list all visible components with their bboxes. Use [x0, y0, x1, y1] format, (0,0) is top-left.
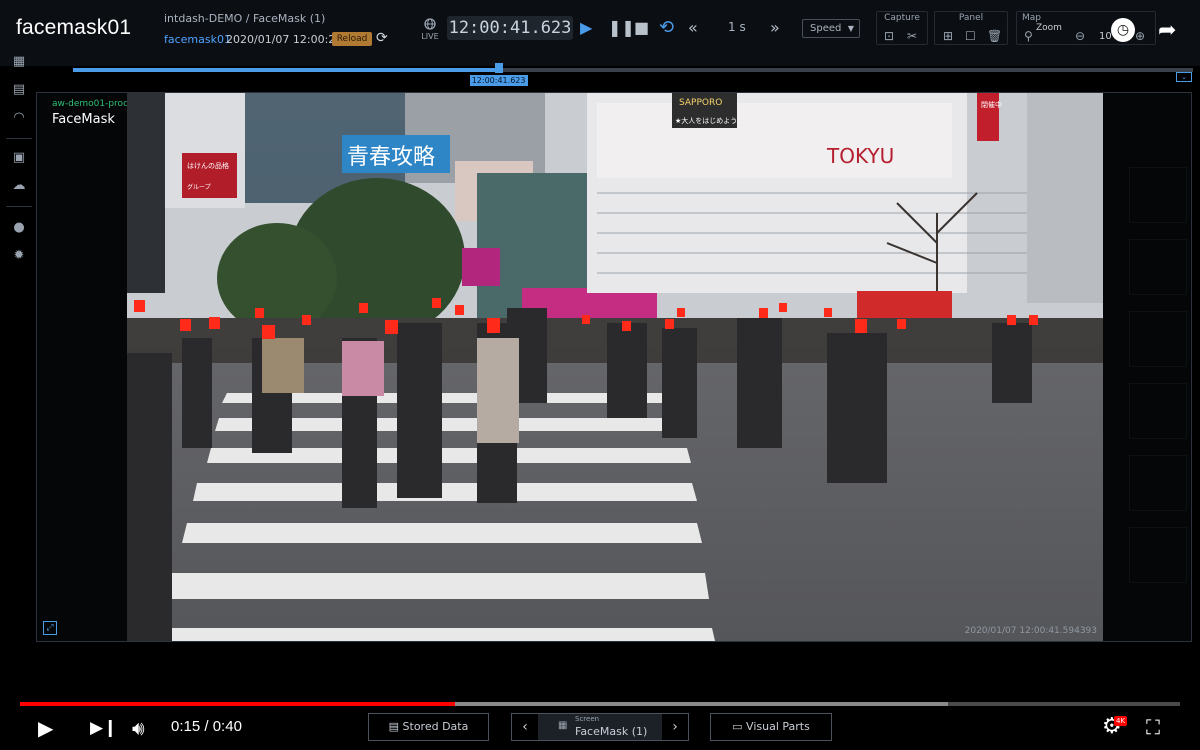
measurement-timestamp: 2020/01/07 12:00:26-: [226, 33, 347, 46]
scissors-icon[interactable]: ✂: [907, 29, 917, 43]
quality-badge: 4K: [1114, 716, 1128, 726]
chevron-right-icon[interactable]: ›: [662, 714, 688, 740]
share-icon[interactable]: ➦: [1158, 18, 1176, 43]
panel-title: FaceMask: [52, 112, 115, 127]
sign-sapporo-sub: ★大人をはじめよう。: [675, 116, 744, 125]
reload-button[interactable]: Reload: [332, 32, 372, 46]
panel-group: Panel ⊞ ☐ 🗑: [934, 11, 1008, 45]
time-display: 0:15 / 0:40: [171, 718, 242, 735]
refresh-icon[interactable]: ⟳: [376, 30, 388, 46]
caret-down-icon: ▼: [847, 24, 854, 33]
stored-data-button[interactable]: ▤ Stored Data: [368, 713, 489, 741]
sidebar-divider: [6, 138, 32, 139]
pause-icon[interactable]: ❚❚: [608, 18, 635, 38]
elapsed-time: 0:15: [171, 718, 201, 735]
sign-small-sub: グループ: [187, 183, 211, 191]
play-button[interactable]: ▶: [38, 716, 53, 740]
chevron-down-icon[interactable]: ⌄: [1176, 72, 1192, 82]
app-header: facemask01 intdash-DEMO / FaceMask (1) f…: [0, 0, 1200, 66]
panel-copy-icon[interactable]: ☐: [965, 29, 976, 43]
sign-vertical: 閉催中: [981, 100, 1002, 109]
play-icon[interactable]: ▶: [580, 18, 592, 38]
next-icon[interactable]: ▶❙: [90, 718, 117, 738]
map-pin-icon[interactable]: ⚲: [1024, 29, 1033, 43]
billboard-text: 青春攻略: [347, 145, 435, 170]
screen-icon: ▦: [558, 720, 568, 731]
live-icon[interactable]: LIVE: [420, 18, 440, 41]
visual-parts-button[interactable]: ▭ Visual Parts: [710, 713, 832, 741]
image-icon: ▭: [732, 720, 747, 733]
exit-fullscreen-icon[interactable]: ⛶: [1146, 715, 1160, 739]
speed-label: Speed: [810, 23, 842, 34]
timeline-current-label: 12:00:41.623: [469, 75, 528, 86]
dashboard-icon[interactable]: ▦: [10, 54, 28, 69]
timeline-fill: [73, 68, 499, 72]
screen-value: FaceMask (1): [575, 725, 648, 738]
panel-add-icon[interactable]: ⊞: [943, 29, 953, 43]
chevron-left-icon[interactable]: ‹: [512, 714, 538, 740]
expand-icon[interactable]: ⤢: [43, 621, 57, 635]
breadcrumb: intdash-DEMO / FaceMask (1): [164, 12, 326, 25]
zoom-label: Zoom: [1036, 23, 1062, 33]
time-separator: /: [200, 718, 213, 735]
video-timestamp: 2020/01/07 12:00:41.594393: [964, 626, 1097, 636]
step-size: 1 s: [728, 20, 746, 34]
cloud-icon[interactable]: ☁: [10, 178, 28, 193]
empty-slot: [1129, 167, 1187, 223]
played-bar: [20, 702, 455, 706]
total-duration: 0:40: [212, 718, 242, 735]
street-scene-image: 青春攻略 TOKYU SAPPORO ★大人をはじめよう。 閉催中 はけんの品格…: [127, 93, 1103, 641]
sidebar-divider: [6, 206, 32, 207]
visual-parts-label: Visual Parts: [746, 720, 810, 733]
capture-label: Capture: [884, 13, 920, 23]
screen-caption: Screen: [575, 715, 600, 723]
chart-icon[interactable]: ◠: [10, 110, 28, 125]
capture-group: Capture ⊡ ✂: [876, 11, 928, 45]
loop-icon[interactable]: ⟲: [659, 18, 674, 38]
building-sign: TOKYU: [826, 144, 894, 168]
zoom-out-icon[interactable]: ⊖: [1075, 29, 1085, 43]
timeline-thumb[interactable]: [494, 63, 503, 73]
video-title[interactable]: facemask01: [16, 16, 131, 40]
save-icon[interactable]: ▣: [10, 150, 28, 165]
gear-icon[interactable]: ✹: [10, 248, 28, 263]
sign-sapporo: SAPPORO: [679, 98, 722, 108]
camera-icon[interactable]: ⊡: [884, 29, 894, 43]
step-back-icon[interactable]: «: [688, 18, 698, 38]
watch-later-icon[interactable]: ◷: [1111, 18, 1135, 42]
video-panel: aw-demo01-processed FaceMask ⤢ 青春攻略 TOKY…: [36, 92, 1192, 642]
sign-small: はけんの品格: [187, 161, 229, 170]
database-icon: ▤: [388, 720, 403, 733]
empty-slot: [1129, 527, 1187, 583]
empty-slot: [1129, 311, 1187, 367]
video-progress-bar[interactable]: [20, 702, 1180, 706]
live-label: LIVE: [421, 32, 439, 41]
trash-icon[interactable]: 🗑: [987, 29, 1002, 43]
stored-data-label: Stored Data: [402, 720, 469, 733]
sidebar: ▦ ▤ ◠ ▣ ☁ ● ✹: [0, 50, 36, 280]
zoom-in-icon[interactable]: ⊕: [1135, 29, 1145, 43]
empty-slot: [1129, 239, 1187, 295]
empty-slot: [1129, 383, 1187, 439]
empty-slot: [1129, 455, 1187, 511]
playback-clock: 12:00:41.623: [447, 16, 573, 40]
calendar-icon[interactable]: ▤: [10, 82, 28, 97]
measurement-link[interactable]: facemask01: [164, 33, 231, 46]
speed-select[interactable]: Speed ▼: [802, 19, 860, 38]
globe-icon: [424, 18, 436, 30]
zoom-value: 10: [1099, 31, 1112, 42]
video-frame[interactable]: 青春攻略 TOKYU SAPPORO ★大人をはじめよう。 閉催中 はけんの品格…: [127, 93, 1103, 641]
timeline-slider[interactable]: [73, 63, 1193, 73]
panel-label: Panel: [958, 13, 984, 23]
step-forward-icon[interactable]: »: [770, 18, 780, 38]
volume-icon[interactable]: 🔊︎: [132, 716, 145, 740]
user-icon[interactable]: ●: [10, 220, 28, 235]
stop-icon[interactable]: ■: [634, 18, 649, 38]
map-label: Map: [1022, 13, 1041, 23]
